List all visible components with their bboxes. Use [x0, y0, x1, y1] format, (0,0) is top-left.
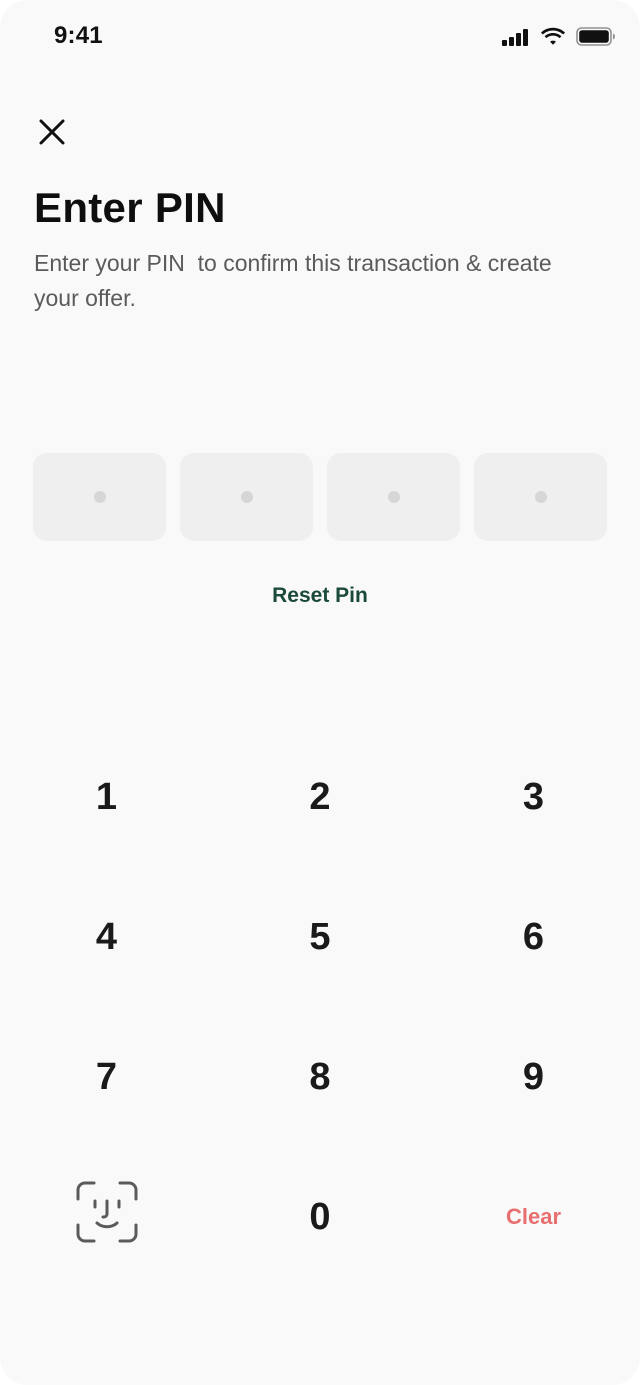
pin-digit-box[interactable]: [327, 453, 460, 541]
key-7[interactable]: 7: [0, 1007, 213, 1147]
reset-pin-link[interactable]: Reset Pin: [0, 584, 640, 608]
cellular-signal-icon: [502, 28, 530, 46]
key-2[interactable]: 2: [213, 727, 427, 867]
key-0[interactable]: 0: [213, 1147, 427, 1287]
key-8[interactable]: 8: [213, 1007, 427, 1147]
pin-digit-box[interactable]: [33, 453, 166, 541]
wifi-icon: [540, 27, 566, 46]
key-5[interactable]: 5: [213, 867, 427, 1007]
status-time: 9:41: [54, 22, 103, 49]
numeric-keypad: 1 2 3 4 5 6 7 8 9 0 Clear: [0, 727, 640, 1287]
close-button[interactable]: [34, 116, 70, 152]
pin-placeholder-dot: [93, 491, 106, 503]
pin-input-row[interactable]: [33, 453, 607, 541]
page-subtitle: Enter your PIN to confirm this transacti…: [34, 250, 559, 311]
pin-placeholder-dot: [240, 491, 253, 503]
key-4[interactable]: 4: [0, 867, 213, 1007]
key-3[interactable]: 3: [427, 727, 640, 867]
pin-placeholder-dot: [387, 491, 400, 503]
pin-entry-screen: 9:41 Enter PIN Enter your PIN to confirm…: [0, 0, 640, 1385]
key-6[interactable]: 6: [427, 867, 640, 1007]
close-icon: [38, 118, 66, 151]
battery-icon: [576, 27, 616, 46]
key-1[interactable]: 1: [0, 727, 213, 867]
pin-placeholder-dot: [534, 491, 547, 503]
face-id-icon: [76, 1181, 138, 1253]
status-icons: [502, 27, 616, 46]
clear-button[interactable]: Clear: [427, 1147, 640, 1287]
page-title: Enter PIN: [34, 184, 226, 231]
pin-digit-box[interactable]: [180, 453, 313, 541]
status-bar: 9:41: [0, 0, 640, 76]
key-9[interactable]: 9: [427, 1007, 640, 1147]
face-id-button[interactable]: [0, 1147, 213, 1287]
pin-digit-box[interactable]: [474, 453, 607, 541]
